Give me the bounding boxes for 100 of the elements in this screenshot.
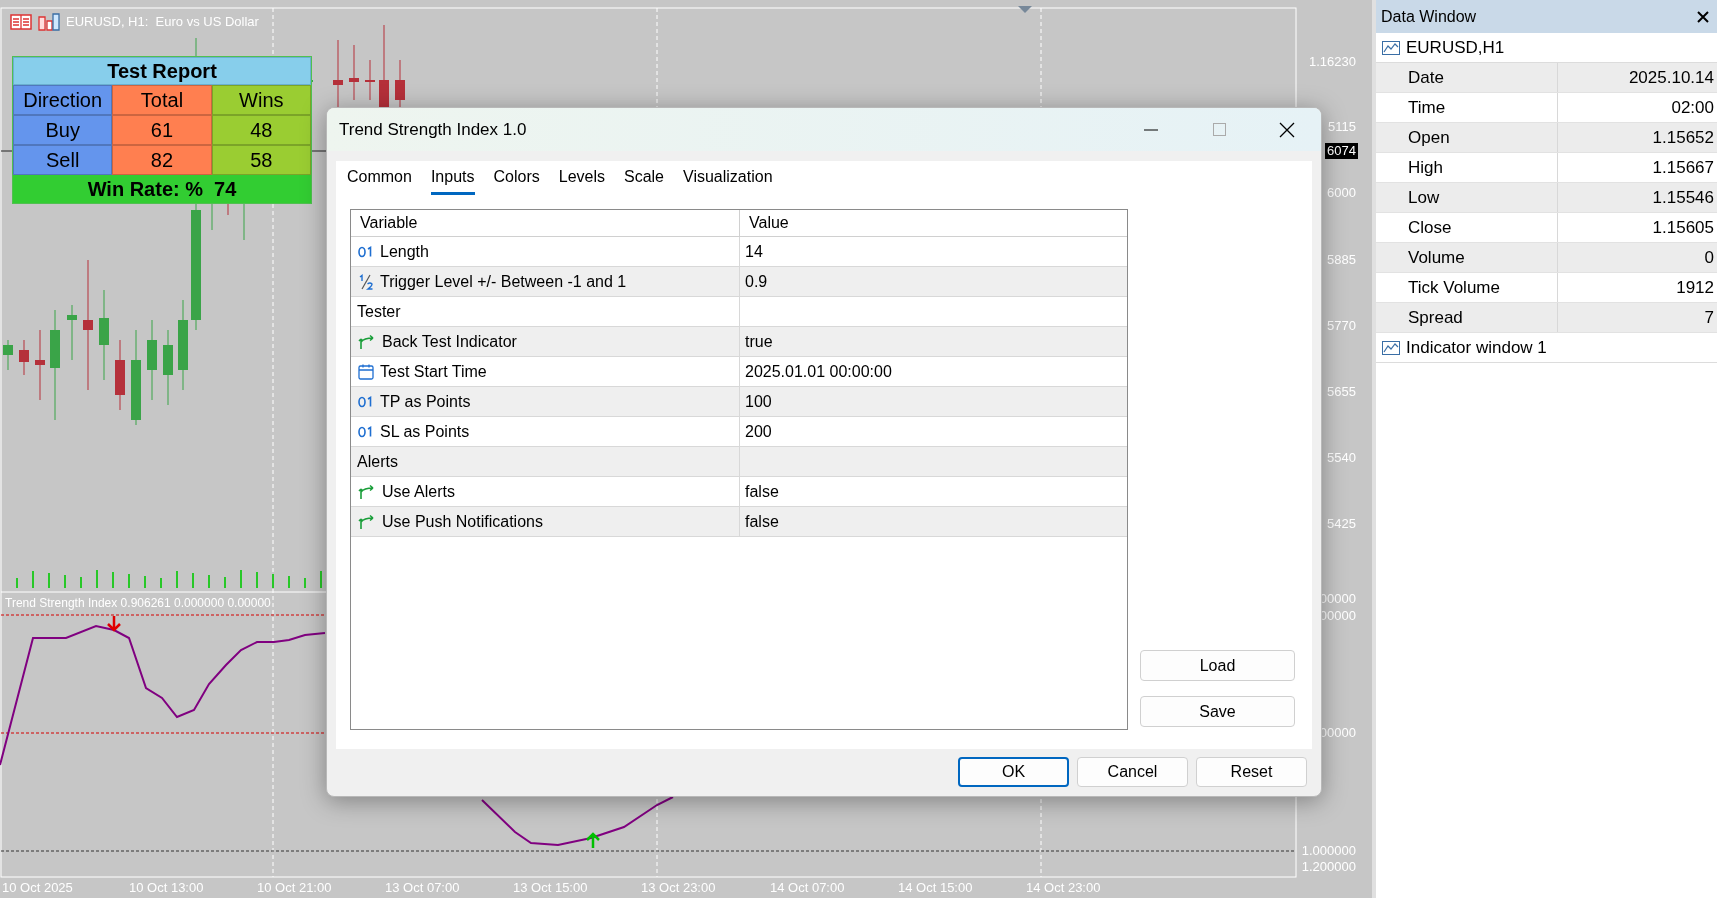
dialog-button[interactable]: OK	[958, 757, 1069, 787]
data-label: Close	[1376, 213, 1558, 242]
data-label: Tick Volume	[1376, 273, 1558, 302]
data-label: Low	[1376, 183, 1558, 212]
dialog-button[interactable]: Cancel	[1077, 757, 1188, 787]
parameter-name: Back Test Indicator	[382, 331, 517, 352]
parameter-name: TP as Points	[380, 391, 471, 412]
maximize-icon	[1212, 123, 1226, 136]
data-value: 02:00	[1670, 96, 1715, 119]
candlestick	[349, 44, 359, 101]
time-label: 14 Oct 07:00	[770, 880, 845, 895]
parameter-row[interactable]: Back Test Indicator true	[351, 327, 1127, 357]
branch-arrow-icon	[358, 513, 376, 530]
indicator-window-row[interactable]: Indicator window 1	[1376, 333, 1717, 363]
parameter-row[interactable]: Use Alerts false	[351, 477, 1127, 507]
report-header: Direction	[13, 85, 113, 115]
parameter-value: 0.9	[745, 271, 768, 292]
dialog-tab[interactable]: Visualization	[683, 165, 773, 195]
group-label: Tester	[357, 301, 401, 322]
parameter-row[interactable]: SL as Points 200	[351, 417, 1127, 447]
up-arrow-icon	[585, 832, 601, 850]
table-icon[interactable]	[10, 13, 32, 30]
dialog-button[interactable]: Reset	[1196, 757, 1307, 787]
chart-title: EURUSD, H1: Euro vs US Dollar	[66, 13, 259, 31]
candlestick	[365, 59, 375, 101]
report-cell: 48	[211, 115, 311, 145]
parameter-row[interactable]: Tester	[351, 297, 1127, 327]
dialog-title: Trend Strength Index 1.0	[338, 118, 527, 141]
indicator-label: Trend Strength Index 0.906261 0.000000 0.00000	[5, 596, 271, 610]
chart-window-icon[interactable]	[38, 12, 60, 31]
fraction-icon	[358, 273, 374, 290]
triangle-marker-icon	[1018, 6, 1032, 13]
side-button[interactable]: Load	[1140, 650, 1295, 681]
parameter-value: false	[745, 481, 779, 502]
candlestick	[19, 339, 29, 376]
parameter-row[interactable]: Test Start Time 2025.01.01 00:00:00	[351, 357, 1127, 387]
data-label: Date	[1376, 63, 1558, 92]
time-label: 14 Oct 15:00	[898, 880, 973, 895]
report-cell: Sell	[13, 145, 113, 175]
parameter-row[interactable]: Alerts	[351, 447, 1127, 477]
price-label: 6000	[1327, 185, 1356, 200]
parameter-name: Use Alerts	[382, 481, 455, 502]
data-label: Open	[1376, 123, 1558, 152]
parameter-name: SL as Points	[380, 421, 470, 442]
column-header: Variable	[351, 210, 740, 236]
parameter-name: Test Start Time	[380, 361, 487, 382]
report-title: Test Report	[13, 57, 311, 85]
time-label: 14 Oct 23:00	[1026, 880, 1101, 895]
time-label: 13 Oct 23:00	[641, 880, 716, 895]
price-label: 5115	[1328, 119, 1356, 134]
dialog-tab[interactable]: Levels	[558, 165, 605, 195]
report-cell: 82	[112, 145, 212, 175]
price-label: 5885	[1327, 252, 1356, 267]
time-label: 10 Oct 13:00	[129, 880, 204, 895]
data-window-title: Data Window	[1381, 6, 1477, 27]
dialog-tab[interactable]: Common	[347, 165, 412, 195]
close-icon	[1279, 121, 1295, 138]
candlestick	[115, 339, 125, 411]
integer-icon	[358, 425, 374, 438]
close-icon	[1697, 10, 1709, 23]
data-label: Time	[1376, 93, 1558, 122]
time-label: 10 Oct 2025	[2, 880, 73, 895]
side-button[interactable]: Save	[1140, 696, 1295, 727]
candlestick	[35, 329, 45, 401]
price-label: 1.16230	[1309, 54, 1356, 69]
parameter-value: false	[745, 511, 779, 532]
price-label: 5655	[1327, 384, 1356, 399]
branch-arrow-icon	[358, 333, 376, 350]
data-label: Spread	[1376, 303, 1558, 332]
minimize-icon	[1144, 128, 1158, 131]
indicator-scale-label: 1.200000	[1301, 859, 1356, 874]
parameter-row[interactable]: Length 14	[351, 237, 1127, 267]
parameter-value: true	[745, 331, 773, 352]
data-value: 1.15546	[1651, 186, 1715, 209]
symbol-label: EURUSD,H1	[1406, 36, 1505, 59]
parameter-row[interactable]: TP as Points 100	[351, 387, 1127, 417]
dialog-tab[interactable]: Inputs	[430, 165, 475, 195]
time-label: 13 Oct 15:00	[513, 880, 588, 895]
data-value: 1.15605	[1651, 216, 1715, 239]
data-value: 1.15652	[1651, 126, 1715, 149]
parameter-row[interactable]: Trigger Level +/- Between -1 and 1 0.9	[351, 267, 1127, 297]
indicator-window-label: Indicator window 1	[1406, 336, 1547, 359]
candlestick	[3, 339, 13, 371]
report-cell: 58	[211, 145, 311, 175]
dialog-tab[interactable]: Scale	[624, 165, 664, 195]
report-cell: 61	[112, 115, 212, 145]
parameter-name: Use Push Notifications	[382, 511, 543, 532]
time-label: 10 Oct 21:00	[257, 880, 332, 895]
report-header: Wins	[211, 85, 311, 115]
integer-icon	[358, 395, 374, 408]
column-header: Value	[748, 213, 790, 233]
integer-icon	[358, 245, 374, 258]
dialog-tab[interactable]: Colors	[493, 165, 540, 195]
data-value: 0	[1703, 246, 1715, 269]
data-label: Volume	[1376, 243, 1558, 272]
line-chart-icon	[1382, 340, 1400, 355]
win-rate: Win Rate: % 74	[13, 175, 311, 203]
price-label: 5425	[1327, 516, 1356, 531]
report-cell: Buy	[13, 115, 113, 145]
parameter-row[interactable]: Use Push Notifications false	[351, 507, 1127, 537]
